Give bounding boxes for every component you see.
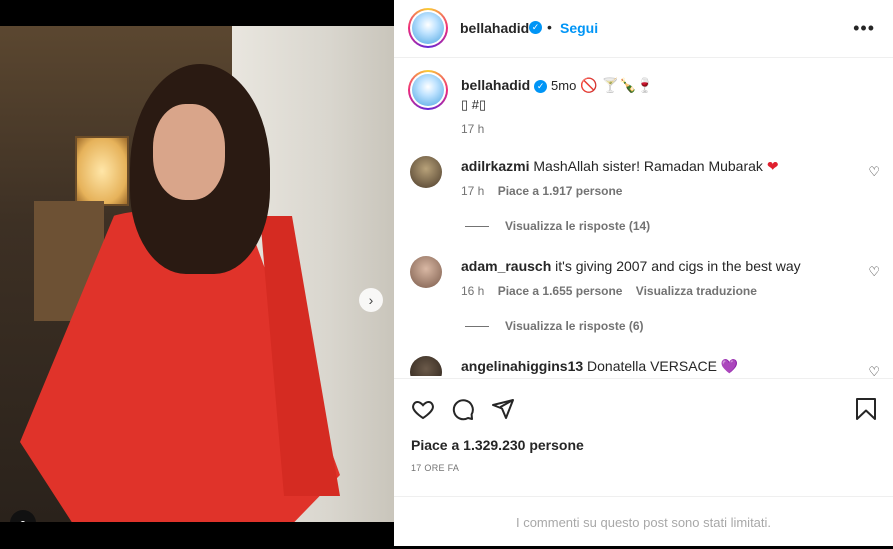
post-time[interactable]: 17 ORE FA [411,463,459,473]
more-options-icon[interactable]: ••• [853,18,875,39]
translate-button[interactable]: Visualizza traduzione [636,284,757,298]
bookmark-icon[interactable] [855,397,877,421]
avatar[interactable] [410,256,442,288]
comment-emoji: ❤ [766,158,779,174]
author-username[interactable]: bellahadid [460,20,529,36]
comment-heart-icon[interactable]: ♡ [868,164,880,180]
comment-meta: 16 h Piace a 1.655 persone Visualizza tr… [461,284,757,298]
comment-username[interactable]: adilrkazmi [461,158,529,174]
comment-time: 16 h [461,284,485,298]
comments-limited-notice: I commenti su questo post sono stati lim… [394,496,893,547]
caption-avatar[interactable] [408,70,448,110]
follow-button[interactable]: Segui [560,20,598,36]
comments-list[interactable]: bellahadid ✓ 5mo 🚫 🍸🍾🍷 ▯ #▯ 17 h adilrka… [394,58,893,376]
avatar[interactable] [410,156,442,188]
comment-emoji: 💜 [720,358,739,374]
view-replies-button[interactable]: Visualizza le risposte (6) [465,319,644,333]
separator-dot: • [547,19,552,35]
photo-face [153,104,225,200]
caption-emojis: 🚫 🍸🍾🍷 [580,77,654,93]
comment-item: angelinahiggins13 Donatella VERSACE 💜 ♡ [410,356,880,376]
verified-badge-icon: ✓ [534,79,548,93]
comment-item: adilrkazmi MashAllah sister! Ramadan Mub… [410,156,880,241]
heart-icon[interactable] [411,397,435,421]
comment-text: MashAllah sister! Ramadan Mubarak [533,158,763,174]
comment-meta: 17 h Piace a 1.917 persone [461,184,622,198]
comment-icon[interactable] [451,397,475,421]
comment-likes[interactable]: Piace a 1.655 persone [498,284,623,298]
post-actions: Piace a 1.329.230 persone 17 ORE FA [394,378,893,497]
replies-line [465,326,489,328]
chevron-right-icon[interactable]: › [359,288,383,312]
post-header: bellahadid ✓ • Segui ••• [394,0,893,58]
comment-item: adam_rausch it's giving 2007 and cigs in… [410,256,880,341]
comment-text: it's giving 2007 and cigs in the best wa… [555,258,801,274]
avatar[interactable] [410,356,442,376]
caption-time: 17 h [461,122,485,136]
comment-heart-icon[interactable]: ♡ [868,264,880,280]
user-tag-icon[interactable]: ● [10,510,36,522]
view-replies-label: Visualizza le risposte (14) [505,219,651,233]
avatar[interactable] [408,8,448,48]
view-replies-button[interactable]: Visualizza le risposte (14) [465,219,650,233]
verified-badge-icon: ✓ [529,21,542,34]
replies-line [465,226,489,228]
comment-username[interactable]: adam_rausch [461,258,551,274]
share-icon[interactable] [491,397,515,421]
view-replies-label: Visualizza le risposte (6) [505,319,644,333]
caption: bellahadid ✓ 5mo 🚫 🍸🍾🍷 ▯ #▯ 17 h [408,70,880,140]
caption-age: 5mo [551,78,577,93]
comment-username[interactable]: angelinahiggins13 [461,358,583,374]
post-media[interactable]: › ● [0,26,394,522]
likes-count[interactable]: Piace a 1.329.230 persone [411,437,584,453]
comment-text: Donatella VERSACE [587,358,717,374]
comment-time: 17 h [461,184,485,198]
comment-likes[interactable]: Piace a 1.917 persone [498,184,623,198]
photo-lamp [75,136,129,206]
post-panel: bellahadid ✓ • Segui ••• bellahadid ✓ 5m… [394,0,893,546]
caption-text: ▯ #▯ [461,97,487,112]
caption-username[interactable]: bellahadid [461,77,530,93]
comment-heart-icon[interactable]: ♡ [868,364,880,376]
